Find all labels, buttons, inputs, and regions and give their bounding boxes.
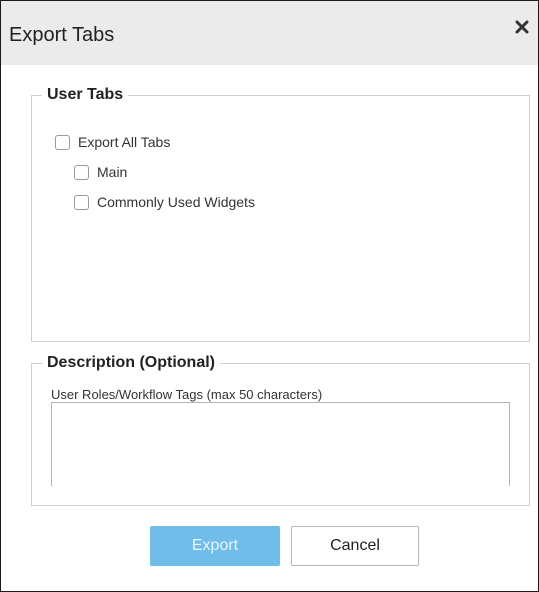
dialog-titlebar: Export Tabs: [1, 1, 538, 65]
close-icon[interactable]: [512, 17, 532, 37]
export-all-tabs-checkbox[interactable]: Export All Tabs: [55, 134, 170, 150]
description-textarea[interactable]: [51, 402, 510, 486]
description-field-label: User Roles/Workflow Tags (max 50 charact…: [51, 387, 323, 402]
user-tabs-group: User Tabs: [31, 86, 530, 342]
description-legend: Description (Optional): [47, 354, 215, 371]
cancel-button[interactable]: Cancel: [291, 526, 419, 566]
user-tabs-legend: User Tabs: [47, 86, 124, 103]
export-all-tabs-label: Export All Tabs: [78, 134, 171, 150]
checkbox-box[interactable]: [74, 194, 89, 210]
tab-checkbox-label: Main: [97, 164, 128, 180]
tab-checkbox-commonly-used-widgets[interactable]: Commonly Used Widgets: [74, 194, 255, 210]
export-button[interactable]: Export: [150, 526, 280, 566]
checkbox-box[interactable]: [74, 164, 89, 180]
dialog-title: Export Tabs: [9, 24, 115, 46]
tab-checkbox-label: Commonly Used Widgets: [97, 194, 255, 210]
tab-checkbox-main[interactable]: Main: [74, 164, 127, 180]
checkbox-box[interactable]: [55, 134, 70, 150]
